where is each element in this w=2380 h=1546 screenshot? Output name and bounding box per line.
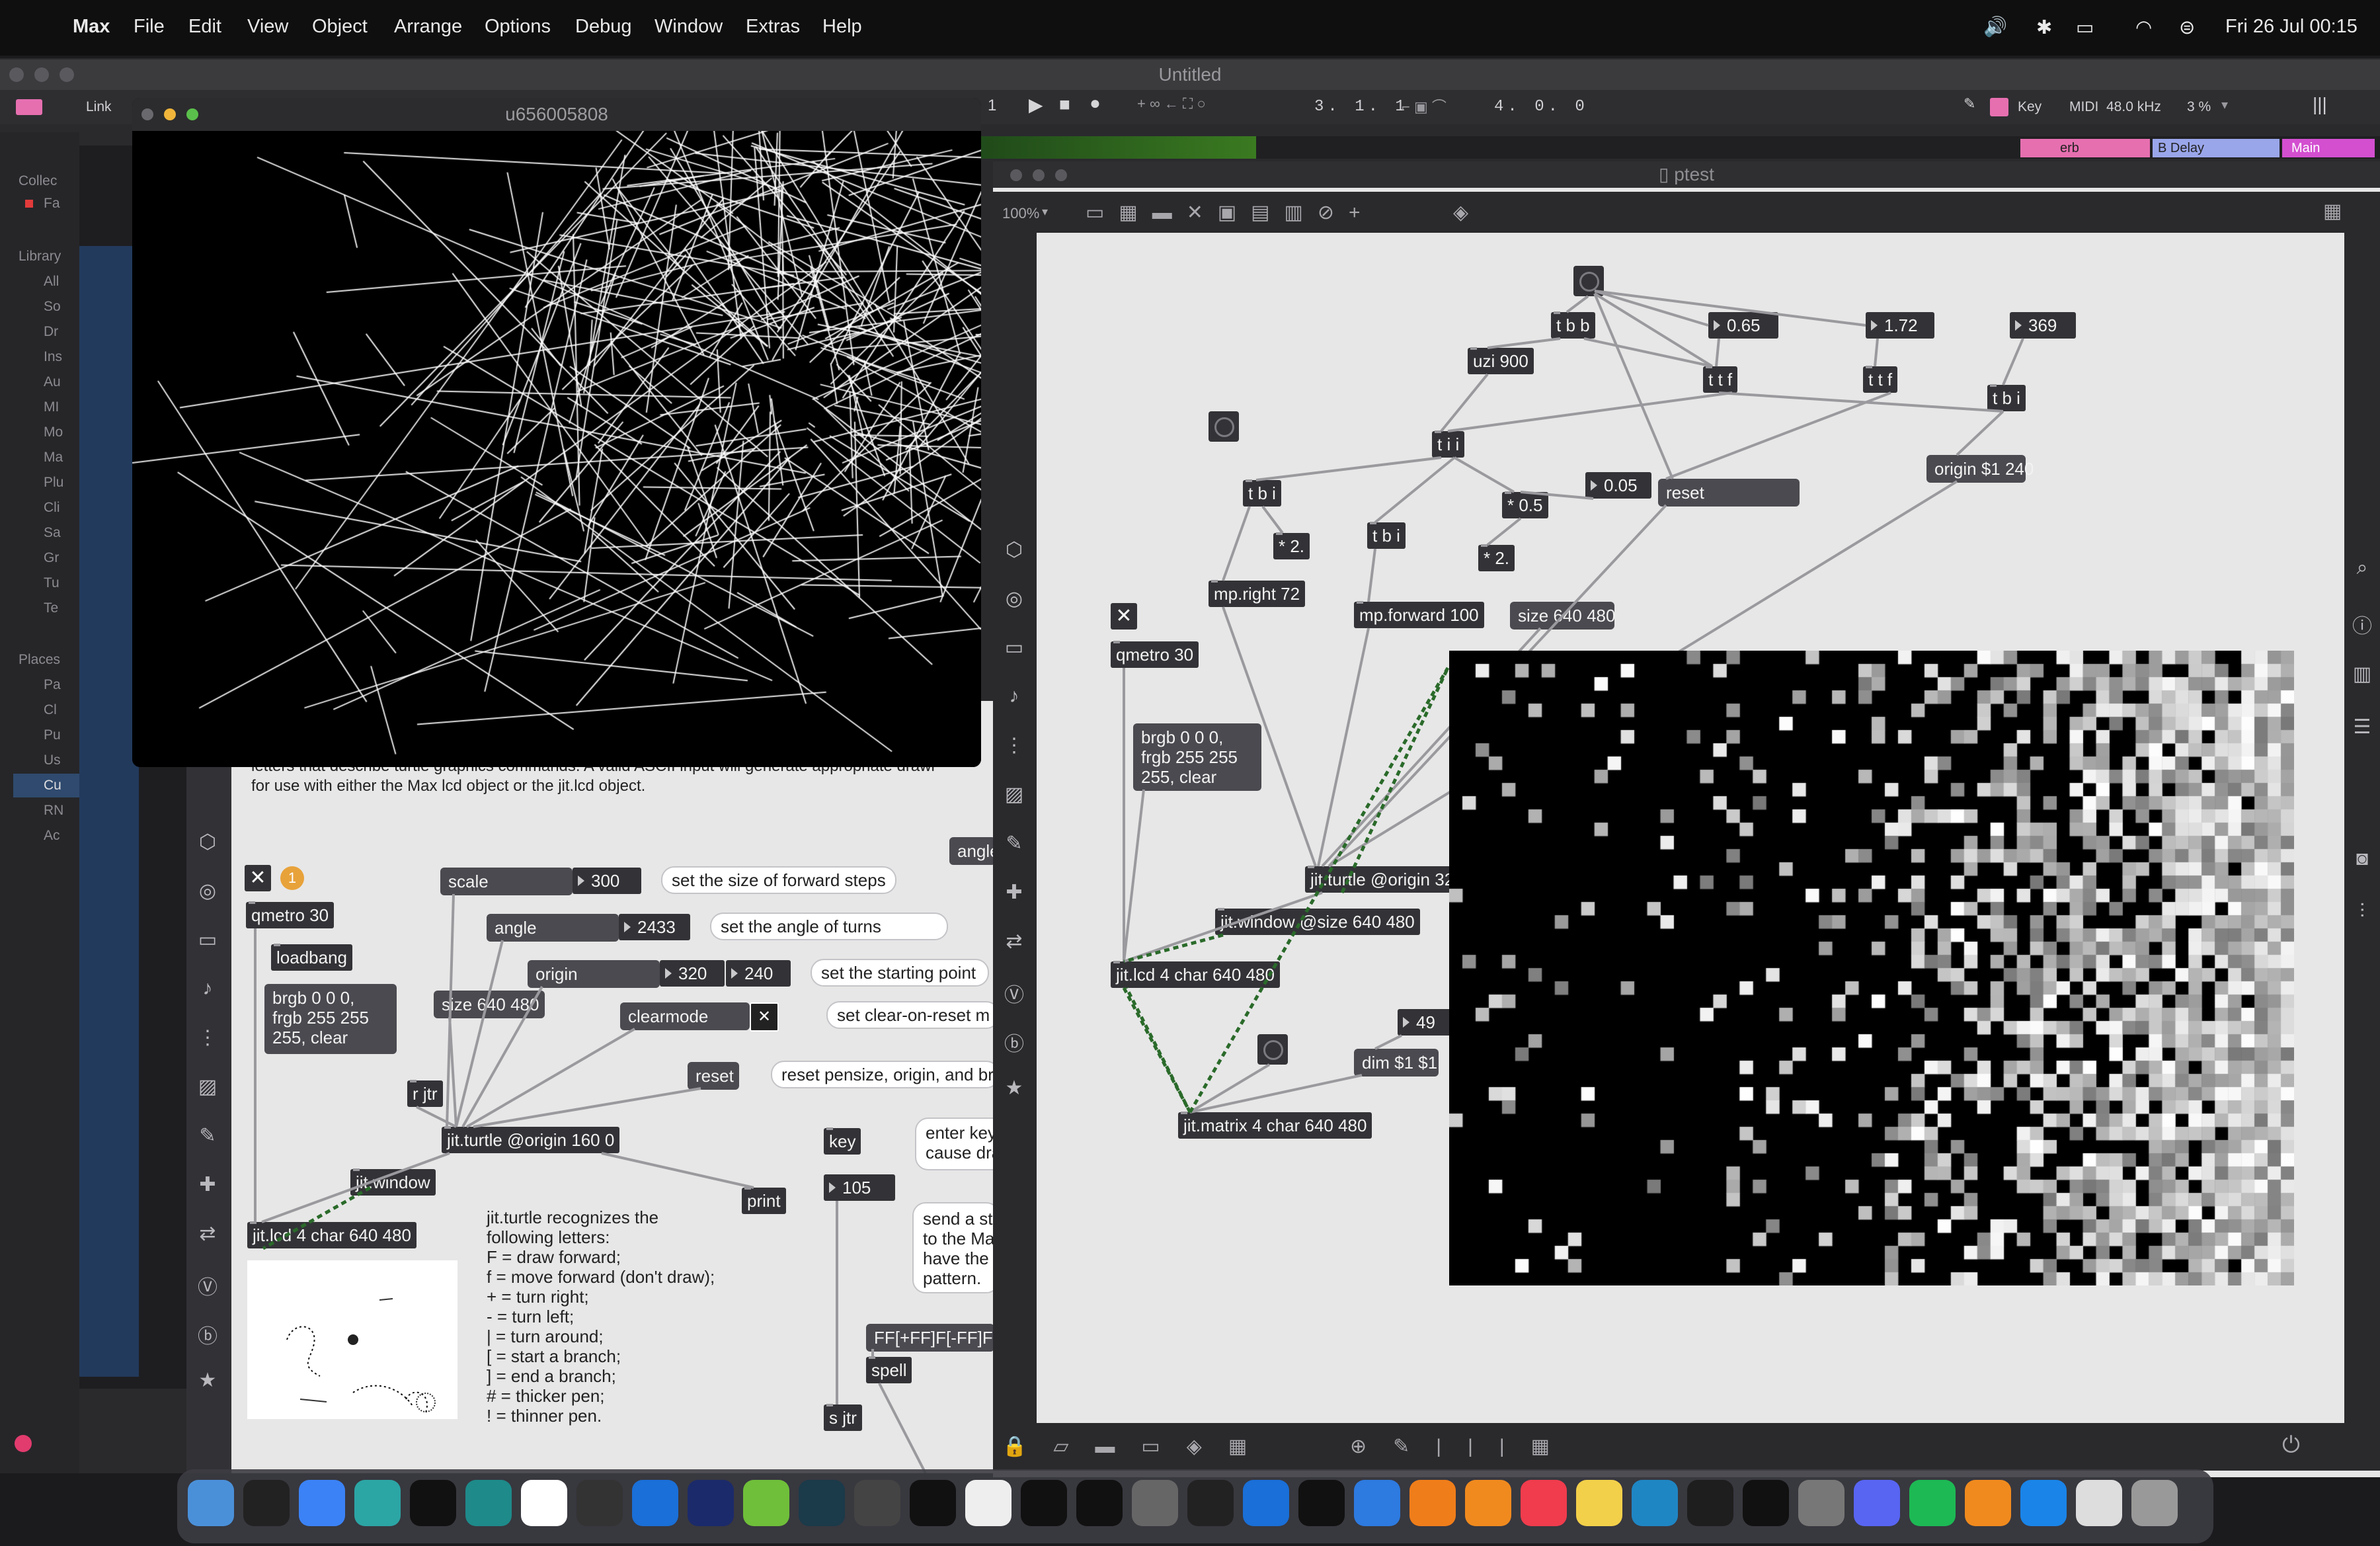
dock-app-max-icon[interactable] [910,1480,956,1526]
dock-app-obs-icon[interactable] [410,1480,456,1526]
matrix-display [1449,651,2294,1285]
dock-app-files-icon[interactable] [2076,1480,2122,1526]
dock-app-piano-icon[interactable] [1187,1480,1234,1526]
dock-app-audacity-icon[interactable] [854,1480,900,1526]
dock-app-launchpad-icon[interactable] [965,1480,1012,1526]
dock-app-blender-icon[interactable] [1409,1480,1456,1526]
dock-app-utility-icon[interactable] [1298,1480,1345,1526]
dock-app-console-icon[interactable] [1687,1480,1733,1526]
dock-app-cable-icon[interactable] [1132,1480,1178,1526]
dock-app-logic-icon[interactable] [799,1480,845,1526]
dock-app-shortcuts-icon[interactable] [354,1480,401,1526]
dock-app-sequencer-icon[interactable] [688,1480,734,1526]
dock-app-max-8-icon[interactable] [1021,1480,1067,1526]
dock-app-live-icon[interactable] [1076,1480,1123,1526]
dock-app-safari-icon[interactable] [2020,1480,2067,1526]
dock-app-keynote-icon[interactable] [632,1480,678,1526]
dock-app-notes-icon[interactable] [1576,1480,1622,1526]
dock-app-music-icon[interactable] [1521,1480,1567,1526]
dock-app-monitor-icon[interactable] [1632,1480,1678,1526]
dock-app-android-studio-icon[interactable] [743,1480,789,1526]
dock-app-terminal-icon[interactable] [243,1480,290,1526]
dock-app-bird-icon[interactable] [1243,1480,1289,1526]
dock-app-warner-icon[interactable] [1743,1480,1789,1526]
dock-app-xcode-icon[interactable] [299,1480,345,1526]
dock-app-vlc-icon[interactable] [1465,1480,1511,1526]
dock-app-trash-icon[interactable] [2131,1480,2178,1526]
dock-app-spotify-icon[interactable] [1909,1480,1956,1526]
dock-app-remote-icon[interactable] [1354,1480,1400,1526]
dock-app-arduino-icon[interactable] [465,1480,512,1526]
dock-app-calculator-icon[interactable] [1798,1480,1844,1526]
dock-app-discord-icon[interactable] [1854,1480,1900,1526]
dock-app-pd-icon[interactable] [521,1480,567,1526]
dock-app-books-icon[interactable] [1965,1480,2011,1526]
dock-app-finder-icon[interactable] [188,1480,234,1526]
dock-app-davinci-icon[interactable] [576,1480,623,1526]
